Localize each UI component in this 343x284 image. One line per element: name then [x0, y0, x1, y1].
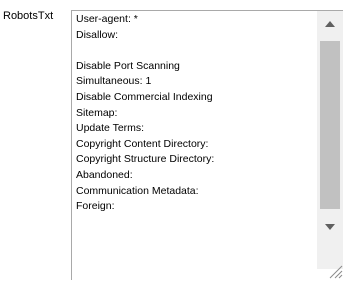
text-line: Disallow: [76, 28, 119, 41]
resize-grip-icon [329, 265, 343, 279]
text-line: Sitemap: [76, 106, 118, 119]
vertical-scrollbar[interactable] [317, 11, 343, 269]
robots-txt-content[interactable]: User-agent: * Disallow: Disable Port Sca… [76, 12, 314, 215]
robots-txt-label: RobotsTxt [3, 10, 54, 22]
text-line: Copyright Content Directory: [76, 137, 209, 150]
robots-txt-textarea[interactable]: User-agent: * Disallow: Disable Port Sca… [71, 10, 343, 280]
text-line: Copyright Structure Directory: [76, 153, 215, 166]
scroll-down-button[interactable] [317, 214, 343, 240]
text-line: User-agent: * [76, 13, 138, 25]
text-line: Simultaneous: 1 [76, 75, 152, 88]
resize-grip[interactable] [327, 263, 343, 279]
scroll-up-button[interactable] [317, 11, 343, 37]
text-line: Abandoned: [76, 168, 133, 181]
text-line: Communication Metadata: [76, 184, 199, 197]
text-line: Disable Port Scanning [76, 59, 180, 72]
triangle-down-icon [325, 224, 335, 230]
text-line: Update Terms: [76, 122, 145, 135]
triangle-up-icon [325, 21, 335, 27]
text-line: Foreign: [76, 200, 115, 213]
text-line [76, 43, 314, 59]
text-line: Disable Commercial Indexing [76, 90, 213, 103]
scroll-thumb[interactable] [320, 41, 340, 209]
